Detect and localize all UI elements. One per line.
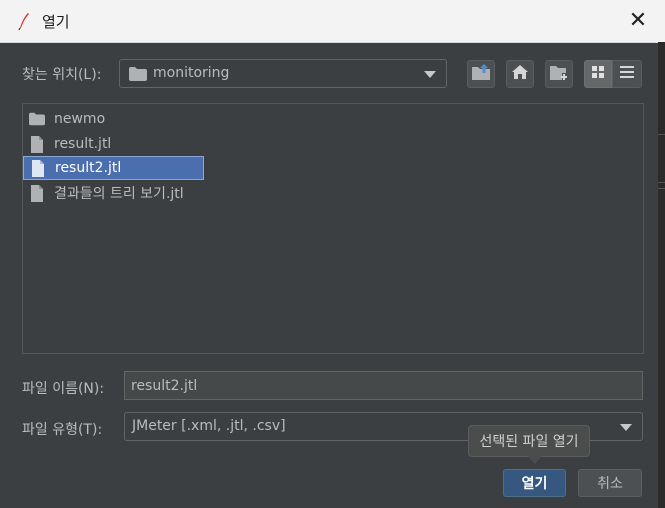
list-item-file[interactable]: result.jtl xyxy=(23,132,117,156)
file-type-value: JMeter [.xml, .jtl, .csv] xyxy=(132,418,286,434)
look-in-label: 찾는 위치(L): xyxy=(22,67,102,83)
tooltip-pointer xyxy=(528,456,542,464)
open-button-tooltip: 선택된 파일 열기 xyxy=(468,425,590,457)
title-bar: 열기 ✕ xyxy=(0,0,665,43)
tooltip-text: 선택된 파일 열기 xyxy=(479,434,579,450)
file-name-label: 파일 이름(N): xyxy=(22,381,105,397)
home-icon xyxy=(511,64,529,84)
new-folder-icon xyxy=(549,63,569,85)
file-name: 결과들의 트리 보기.jtl xyxy=(54,186,184,202)
home-button[interactable] xyxy=(506,60,534,88)
cancel-button-label: 취소 xyxy=(597,476,623,492)
list-view-button[interactable] xyxy=(584,60,612,88)
feather-icon xyxy=(14,11,34,31)
open-button[interactable]: 열기 xyxy=(503,469,566,497)
cancel-button[interactable]: 취소 xyxy=(578,469,642,497)
window-title: 열기 xyxy=(42,13,70,31)
background-window-edge xyxy=(658,42,665,508)
file-name-input[interactable]: result2.jtl xyxy=(124,371,643,400)
file-name: result.jtl xyxy=(54,136,112,152)
open-button-label: 열기 xyxy=(521,476,548,492)
file-icon xyxy=(30,159,46,177)
look-in-combobox[interactable]: monitoring xyxy=(119,59,447,88)
file-icon xyxy=(29,135,45,153)
file-icon xyxy=(29,184,45,202)
file-name-value: result2.jtl xyxy=(131,377,198,394)
list-item-file[interactable]: 결과들의 트리 보기.jtl xyxy=(23,181,190,205)
file-type-label: 파일 유형(T): xyxy=(22,422,103,438)
chevron-down-icon xyxy=(424,70,436,78)
folder-up-icon xyxy=(471,63,491,85)
folder-icon xyxy=(29,111,45,127)
details-icon xyxy=(619,65,635,83)
list-item-file-selected[interactable]: result2.jtl xyxy=(23,156,204,180)
details-view-button[interactable] xyxy=(612,60,642,88)
chevron-down-icon xyxy=(620,423,632,431)
file-name: newmo xyxy=(54,111,106,127)
close-button[interactable]: ✕ xyxy=(625,8,651,34)
folder-icon xyxy=(129,67,147,85)
up-one-level-button[interactable] xyxy=(467,60,495,88)
file-list[interactable]: newmo result.jtl result2.jtl 결과들의 트리 보기.… xyxy=(22,103,644,354)
look-in-value: monitoring xyxy=(153,65,230,81)
grid-icon xyxy=(591,65,605,83)
new-folder-button[interactable] xyxy=(545,60,573,88)
list-item-folder[interactable]: newmo xyxy=(23,107,111,131)
file-name: result2.jtl xyxy=(55,160,122,176)
